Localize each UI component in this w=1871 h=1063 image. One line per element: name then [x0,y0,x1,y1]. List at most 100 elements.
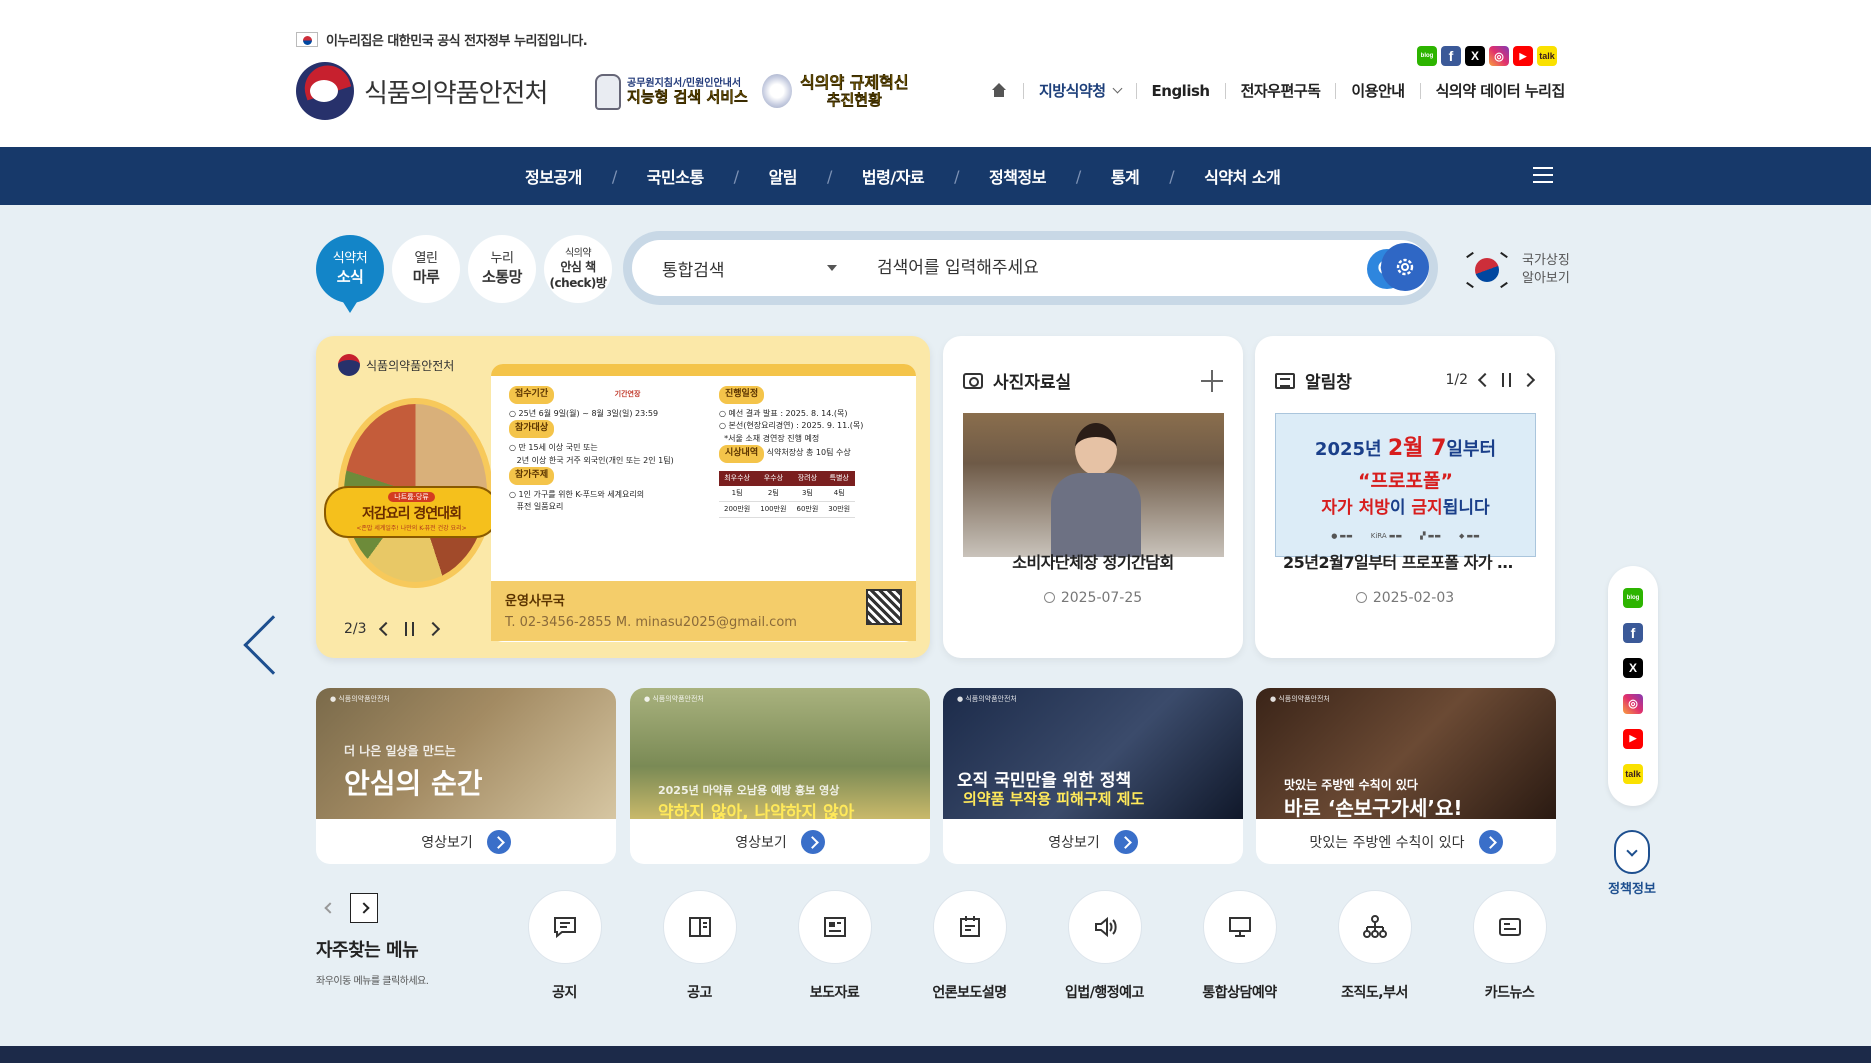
video-card[interactable]: ● 식품의약품안전처 맛있는 주방엔 수칙이 있다 바로 ‘손보구가세’요! 맛… [1256,688,1556,864]
notice-next-icon[interactable] [1520,372,1536,388]
banner-pause-icon[interactable] [404,622,414,636]
frequent-item-label: 카드뉴스 [1484,985,1535,1001]
youtube-icon[interactable]: ▶ [1513,46,1533,66]
tab-safety-check[interactable]: 식의약 안심 책 (check)방 [544,235,612,303]
notice-img-text: 자가 처방 [1321,498,1390,518]
youtube-icon[interactable]: ▶ [1623,728,1643,749]
notice-card-title: 알림창 [1305,373,1352,393]
banner-org-name: 식품의약품안전처 [366,358,455,373]
tab-sns[interactable]: 누리 소통망 [468,235,536,303]
notice-controls: 1/2 [1445,372,1536,388]
gnb-item-law[interactable]: 법령/자료 [862,164,925,188]
video-card[interactable]: ● 식품의약품안전처 오직 국민만을 위한 정책 의약품 부작용 피해구제 제도… [943,688,1243,864]
frequent-item-notice[interactable]: 공지 [497,890,632,1002]
notice-caption[interactable]: 25년2월7일부터 프로포폴 자가 처방이 금지됩니다 [1255,549,1555,573]
policy-info-label[interactable]: 정책정보 [1592,878,1672,897]
kakao-icon[interactable]: talk [1537,46,1557,66]
notice-image[interactable]: 2025년 2월 7일부터 “프로포폴” 자가 처방이 금지됩니다 ● ▬▬ Ki… [1275,413,1536,557]
instagram-icon[interactable]: ◎ [1489,46,1509,66]
frequent-item-card-news[interactable]: 카드뉴스 [1442,890,1577,1002]
video-thumbnail: ● 식품의약품안전처 2025년 마약류 오남용 예방 홍보 영상 약하지 않아… [630,688,930,819]
office-contact-text: T. 02-3456-2855 M. minasu2025@gmail.com [505,615,797,630]
photo-card-title: 사진자료실 [993,373,1072,393]
awards-header: 특별상 [823,471,856,486]
frequent-item-announcement[interactable]: 공고 [632,890,767,1002]
home-icon[interactable] [990,82,1008,99]
gnb-item-communication[interactable]: 국민소통 [647,164,704,188]
english-link[interactable]: English [1152,82,1211,100]
video-card[interactable]: ● 식품의약품안전처 2025년 마약류 오남용 예방 홍보 영상 약하지 않아… [630,688,930,864]
frequent-item-label: 조직도,부서 [1341,985,1408,1001]
schedule-label: 진행일정 [719,386,765,404]
gnb-item-info-disclosure[interactable]: 정보공개 [525,164,582,188]
frequent-next-button[interactable] [350,893,378,923]
tab-mfds-news[interactable]: 식약처 소식 [316,235,384,313]
video-overlay-small: 맛있는 주방엔 수칙이 있다 [1284,778,1418,792]
banner-prev-icon[interactable] [378,621,393,637]
video-label: 영상보기 [735,834,787,851]
kakao-icon[interactable]: talk [1623,764,1643,785]
banner-org-logo: 식품의약품안전처 [338,354,454,376]
newsletter-link[interactable]: 전자우편구독 [1241,80,1321,101]
awards-header: 우수상 [755,471,792,486]
main-banner-slide[interactable]: 식품의약품안전처 나트륨·당류 저감요리 경연대회 <존밥 세계일주! 나만의 … [316,336,930,658]
frequent-item-organization[interactable]: 조직도,부서 [1307,890,1442,1002]
video-card[interactable]: ● 식품의약품안전처 더 나은 일상을 만드는 안심의 순간 영상보기 [316,688,616,864]
facebook-icon[interactable]: f [1441,46,1461,66]
instagram-icon[interactable]: ◎ [1623,693,1643,714]
video-label: 영상보기 [1048,834,1100,851]
topic-line1: 1인 가구를 위한 K-푸드와 세계요리의 [518,489,645,499]
reform-promo[interactable]: 식의약 규제혁신 추진현황 [762,74,909,109]
facebook-icon[interactable]: f [1623,622,1643,643]
gear-icon [1396,258,1414,276]
gnb-item-statistics[interactable]: 통계 [1111,164,1140,188]
policy-info-button[interactable] [1614,830,1650,874]
photo-archive-card: 사진자료실 소비자단체장 정기간담회 2025-07-25 [943,336,1243,658]
frequent-item-press-release[interactable]: 보도자료 [767,890,902,1002]
notice-date: 2025-02-03 [1255,590,1555,606]
topic-label: 참가주제 [509,467,555,485]
frequent-item-legislation[interactable]: 입법/행정예고 [1037,890,1172,1002]
site-logo[interactable]: 식품의약품안전처 [296,62,548,120]
video-thumbnail: ● 식품의약품안전처 맛있는 주방엔 수칙이 있다 바로 ‘손보구가세’요! [1256,688,1556,819]
promo-big-text: 지능형 검색 서비스 [627,88,748,107]
notice-img-text: 2025년 [1314,439,1388,460]
video-overlay-small: 더 나은 일상을 만드는 [344,744,456,758]
gnb-item-about[interactable]: 식약처 소개 [1204,164,1281,188]
blog-icon[interactable]: blog [1623,587,1643,608]
taegukgi-icon [1466,250,1508,290]
photo-caption[interactable]: 소비자단체장 정기간담회 [943,549,1243,573]
gnb-item-notice[interactable]: 알림 [769,164,798,188]
x-icon[interactable]: X [1465,46,1485,66]
frequent-item-press-explanation[interactable]: 언론보도설명 [902,890,1037,1002]
plus-icon[interactable] [1201,370,1223,392]
video-label: 맛있는 주방엔 수칙이 있다 [1309,834,1465,851]
frequent-item-consultation[interactable]: 통합상담예약 [1172,890,1307,1002]
quick-tabs: 식약처 소식 열린 마루 누리 소통망 식의약 안심 책 (check)방 [316,235,612,313]
regional-office-dropdown[interactable]: 지방식약청 [1039,80,1122,101]
frequent-item-label: 보도자료 [809,985,860,1001]
banner-next-icon[interactable] [425,621,440,637]
frequent-prev-button[interactable] [316,893,344,923]
ai-search-promo[interactable]: 공무원지침서/민원인안내서 지능형 검색 서비스 [595,74,748,110]
national-symbol-link[interactable]: 국가상징 알아보기 [1466,250,1570,290]
video-thumbnail: ● 식품의약품안전처 더 나은 일상을 만드는 안심의 순간 [316,688,616,819]
menu-icon[interactable] [1533,167,1553,183]
tab-open-maru[interactable]: 열린 마루 [392,235,460,303]
reform-line2: 추진현황 [826,90,883,109]
guide-link[interactable]: 이용안내 [1351,80,1405,101]
symbol-line1: 국가상징 [1522,252,1570,268]
gnb-item-policy[interactable]: 정책정보 [989,164,1046,188]
notice-pause-icon[interactable] [1502,373,1511,387]
photo-thumbnail[interactable] [963,413,1224,557]
topic-line2: 퓨전 일품요리 [516,502,564,512]
x-icon[interactable]: X [1623,658,1643,679]
symbol-line2: 알아보기 [1522,271,1570,286]
data-portal-link[interactable]: 식의약 데이터 누리집 [1436,80,1566,101]
search-scope-select[interactable]: 통합검색 [632,256,857,281]
search-input[interactable] [857,258,1277,278]
search-settings-button[interactable] [1381,243,1429,291]
blog-icon[interactable]: blog [1417,46,1437,66]
notice-prev-icon[interactable] [1477,372,1493,388]
arrow-right-icon [800,829,825,854]
